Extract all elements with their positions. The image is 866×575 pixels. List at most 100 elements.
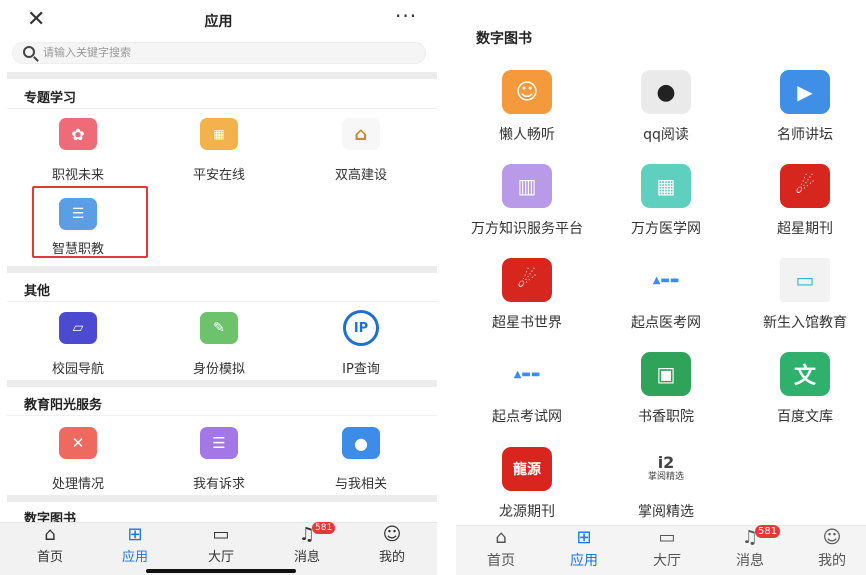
page-title: 应用 [204,14,233,30]
panels-icon: ▦ [641,164,691,208]
app-zhangyue-selection[interactable]: i2 掌阅精选 掌阅精选 [601,447,731,521]
bottom-tab-bar: ⌂ 首页 ⊞ 应用 ▭ 大厅 ♫ 581 消息 ☺ 我的 [456,525,866,575]
screen-pointer-icon: ▭ [780,258,830,302]
app-label: 与我相关 [334,477,387,492]
home-icon: ⌂ [44,524,56,545]
app-freshman-library-education[interactable]: ▭ 新生入馆教育 [740,258,866,332]
shooting-star-icon: ☄ [502,258,552,302]
app-label: 处理情况 [51,477,104,492]
app-campus-navigation[interactable]: ▱ 校园导航 [23,312,133,377]
section-title-topic-learning: 专题学习 [24,91,77,106]
person-icon: ● [342,427,380,459]
app-label: 新生入馆教育 [763,315,847,331]
app-lanren-changting[interactable]: ☺ 懒人畅听 [462,70,592,144]
app-label: 校园导航 [51,362,104,377]
app-label: 我有诉求 [192,477,245,492]
tab-label: 大厅 [653,553,681,569]
app-pingan-zaixian[interactable]: ▦ 平安在线 [164,118,274,183]
tab-me[interactable]: ☺ 我的 [357,525,427,566]
app-label: 双高建设 [334,168,387,183]
window-icon: ▣ [641,352,691,396]
wrench-icon: ✕ [59,427,97,459]
app-processing-status[interactable]: ✕ 处理情况 [23,427,133,492]
section-divider [7,266,437,273]
home-indicator [146,569,296,573]
zhangyue-logo-icon: i2 掌阅精选 [647,453,684,483]
message-icon: ☰ [200,427,238,459]
message-badge: 581 [755,525,781,538]
app-ip-query[interactable]: IP IP查询 [306,310,416,377]
app-label: IP查询 [342,362,380,377]
penguin-icon: ● [641,70,691,114]
tab-apps[interactable]: ⊞ 应用 [549,528,619,570]
app-shuanggao-jianshe[interactable]: ⌂ 双高建设 [306,118,416,183]
app-baidu-wenku[interactable]: 文 百度文库 [740,352,866,426]
app-my-appeal[interactable]: ☰ 我有诉求 [164,427,274,492]
tab-messages[interactable]: ♫ 581 消息 [272,522,342,565]
highlight-box [32,186,148,258]
app-label: 龙源期刊 [499,504,555,520]
longyuan-logo-icon: 龍源 [502,447,552,491]
app-shuxiang-zhiyuan[interactable]: ▣ 书香职院 [601,352,731,426]
more-icon[interactable]: ··· [395,4,417,28]
id-card-icon: ▦ [200,118,238,150]
section-line [7,301,437,302]
user-icon: ☺ [822,527,842,548]
app-label: 超星书世界 [492,315,562,331]
bottom-tab-bar: ⌂ 首页 ⊞ 应用 ▭ 大厅 ♫ 581 消息 ☺ 我的 [0,522,437,575]
search-placeholder: 请输入关键字搜索 [43,46,131,59]
app-wanfang-medical[interactable]: ▦ 万方医学网 [601,164,731,238]
app-chaoxing-book-world[interactable]: ☄ 超星书世界 [462,258,592,332]
screenshot-comparison: ✕ 应用 ··· 请输入关键字搜索 专题学习 ✿ 职视未来 ▦ 平安在线 ⌂ 双… [0,0,866,575]
map-icon: ▱ [59,312,97,344]
tab-hall[interactable]: ▭ 大厅 [186,525,256,566]
edit-card-icon: ✎ [200,312,238,344]
tab-me[interactable]: ☺ 我的 [797,528,866,570]
search-icon [23,46,35,58]
tab-home[interactable]: ⌂ 首页 [466,528,536,570]
digital-library-screen: 数字图书 ☺ 懒人畅听 ● qq阅读 ▶ 名师讲坛 ▥ 万方知识服务平台 ▦ 万… [456,0,866,575]
tab-hall[interactable]: ▭ 大厅 [632,528,702,570]
app-qidian-medical-exam[interactable]: ▲▬▬ 起点医考网 [601,258,731,332]
app-list-screen: ✕ 应用 ··· 请输入关键字搜索 专题学习 ✿ 职视未来 ▦ 平安在线 ⌂ 双… [0,0,437,575]
app-longyuan-journal[interactable]: 龍源 龙源期刊 [462,447,592,521]
app-chaoxing-journal[interactable]: ☄ 超星期刊 [740,164,866,238]
app-zhishi-weilai[interactable]: ✿ 职视未来 [23,118,133,183]
app-related-to-me[interactable]: ● 与我相关 [306,427,416,492]
book-icon: ▥ [502,164,552,208]
section-line [7,108,437,109]
tab-apps[interactable]: ⊞ 应用 [100,524,170,566]
qidian-logo-icon: ▲▬▬ [652,274,680,286]
shooting-star-icon: ☄ [780,164,830,208]
tab-label: 首页 [36,550,63,565]
grid-icon: ⊞ [127,524,143,545]
qidian-logo-icon: ▲▬▬ [513,368,541,380]
tab-messages[interactable]: ♫ 581 消息 [715,525,785,570]
section-divider [7,380,437,387]
tab-home[interactable]: ⌂ 首页 [15,524,85,566]
grid-icon: ⊞ [576,527,592,548]
app-label: 职视未来 [51,168,104,183]
app-label: 万方知识服务平台 [471,221,583,237]
app-label: 懒人畅听 [499,127,555,143]
app-qq-reading[interactable]: ● qq阅读 [601,70,731,144]
app-famous-teacher[interactable]: ▶ 名师讲坛 [740,70,866,144]
search-input[interactable]: 请输入关键字搜索 [12,42,426,64]
app-identity-simulation[interactable]: ✎ 身份模拟 [164,312,274,377]
tab-label: 我的 [818,553,846,569]
section-divider [7,72,437,79]
headphones-icon: ☺ [502,70,552,114]
app-wanfang-knowledge[interactable]: ▥ 万方知识服务平台 [462,164,592,238]
section-line [7,415,437,416]
app-label: 万方医学网 [631,221,701,237]
app-label: 书香职院 [638,409,694,425]
app-qidian-exam[interactable]: ▲▬▬ 起点考试网 [462,352,592,426]
app-label: qq阅读 [643,127,689,143]
tab-label: 消息 [293,550,320,565]
ip-icon: IP [343,310,379,346]
building-icon: ⌂ [342,118,380,150]
monitor-icon: ▭ [658,527,676,548]
page-title: 数字图书 [476,31,532,47]
message-badge: 581 [312,522,336,534]
tab-label: 应用 [121,550,148,565]
